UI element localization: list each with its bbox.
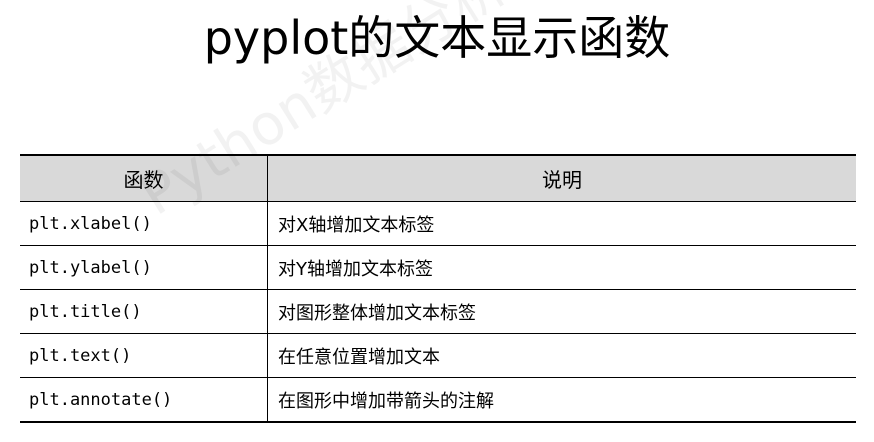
table-row: plt.title() 对图形整体增加文本标签 xyxy=(20,289,856,333)
function-name: plt.text() xyxy=(20,334,268,377)
table-row: plt.annotate() 在图形中增加带箭头的注解 xyxy=(20,377,856,421)
function-description: 在任意位置增加文本 xyxy=(278,346,440,368)
header-function: 函数 xyxy=(20,156,268,201)
table-row: plt.ylabel() 对Y轴增加文本标签 xyxy=(20,245,856,289)
function-description: 对X轴增加文本标签 xyxy=(278,214,435,236)
function-name: plt.ylabel() xyxy=(20,246,268,289)
function-description: 在图形中增加带箭头的注解 xyxy=(278,390,494,412)
function-description: 对图形整体增加文本标签 xyxy=(278,302,476,324)
page-title: pyplot的文本显示函数 xyxy=(203,11,671,65)
function-name: plt.xlabel() xyxy=(20,202,268,245)
table-row: plt.xlabel() 对X轴增加文本标签 xyxy=(20,201,856,245)
table-header-row: 函数 说明 xyxy=(20,156,856,201)
function-table: 函数 说明 plt.xlabel() 对X轴增加文本标签 plt.ylabel(… xyxy=(20,154,856,423)
header-description: 说明 xyxy=(542,168,582,192)
function-name: plt.annotate() xyxy=(20,378,268,421)
function-description: 对Y轴增加文本标签 xyxy=(278,258,433,280)
function-name: plt.title() xyxy=(20,290,268,333)
table-row: plt.text() 在任意位置增加文本 xyxy=(20,333,856,377)
